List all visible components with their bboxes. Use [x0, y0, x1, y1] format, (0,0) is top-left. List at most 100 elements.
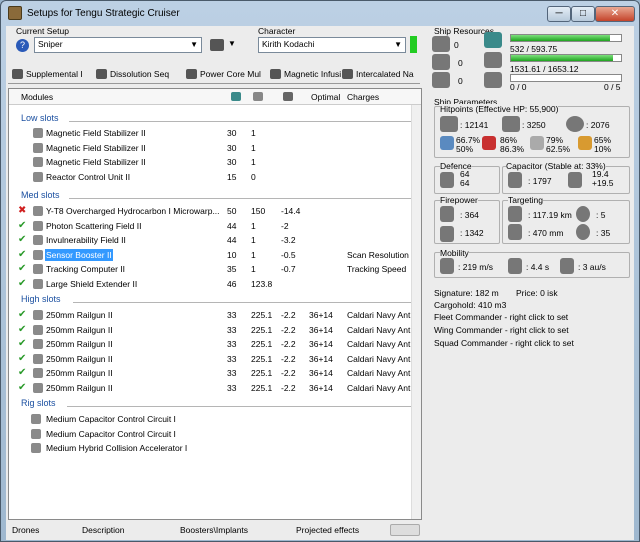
module-cpu: 33 — [227, 353, 237, 364]
module-row[interactable]: ✖ Y-T8 Overcharged Hydrocarbon I Microwar… — [9, 205, 421, 218]
shield-icon — [440, 116, 458, 132]
module-charge[interactable]: Caldari Navy Ant... — [347, 338, 417, 350]
tab-projected-effects[interactable]: Projected effects — [296, 525, 359, 535]
module-charge[interactable]: Caldari Navy Ant... — [347, 367, 417, 379]
kinetic-resist-icon — [530, 136, 544, 150]
module-charge[interactable]: Caldari Navy Ant... — [347, 353, 417, 365]
module-row[interactable]: ✔ Large Shield Extender II 46 123.8 — [9, 278, 421, 291]
module-row[interactable]: ✔ 250mm Railgun II 33 225.1 -2.2 36+14 Caldari… — [9, 309, 421, 322]
online-check-icon[interactable]: ✔ — [18, 278, 26, 290]
capacitor-delta: 19.4 +19.5 — [592, 170, 614, 188]
module-row[interactable]: Medium Hybrid Collision Accelerator I — [9, 442, 421, 455]
close-button[interactable]: ✕ — [595, 6, 635, 22]
wing-commander[interactable]: Wing Commander - right click to set — [434, 325, 569, 335]
module-capacitor: -2.2 — [281, 353, 296, 364]
power-bar-fill — [511, 55, 613, 61]
divider — [67, 406, 419, 407]
power-icon[interactable] — [253, 92, 263, 101]
tab-subsystem-1[interactable]: Supplemental I — [12, 66, 88, 82]
tab-description[interactable]: Description — [82, 525, 125, 535]
online-check-icon[interactable]: ✔ — [18, 234, 26, 246]
shield-boost-icon — [440, 172, 454, 188]
module-icon — [33, 368, 43, 378]
tab-drones[interactable]: Drones — [12, 525, 39, 535]
module-icon — [33, 353, 43, 364]
header-charges[interactable]: Charges — [347, 92, 379, 102]
module-name: Photon Scattering Field II — [46, 220, 142, 231]
module-charge[interactable]: Scan Resolution — [347, 249, 409, 261]
online-check-icon[interactable]: ✔ — [18, 324, 26, 336]
module-icon — [33, 278, 43, 289]
online-check-icon[interactable]: ✔ — [18, 382, 26, 394]
module-optimal: 36+14 — [309, 324, 333, 335]
module-name: 250mm Railgun II — [46, 353, 113, 364]
fleet-commander[interactable]: Fleet Commander - right click to set — [434, 312, 568, 322]
online-check-icon[interactable]: ✔ — [18, 220, 26, 232]
module-charge[interactable]: Tracking Speed — [347, 263, 406, 275]
header-optimal[interactable]: Optimal — [311, 92, 340, 102]
turret-hardpoint-icon — [432, 36, 450, 52]
online-check-icon[interactable]: ✔ — [18, 367, 26, 379]
module-charge[interactable]: Caldari Navy Ant... — [347, 382, 417, 394]
online-check-icon[interactable]: ✔ — [18, 263, 26, 275]
module-row[interactable]: Magnetic Field Stabilizer II 30 1 — [9, 142, 421, 155]
module-row[interactable]: Medium Capacitor Control Circuit I — [9, 413, 421, 426]
module-row[interactable]: ✔ 250mm Railgun II 33 225.1 -2.2 36+14 Caldari… — [9, 382, 421, 395]
module-row[interactable]: ✔ 250mm Railgun II 33 225.1 -2.2 36+14 Caldari… — [9, 353, 421, 366]
module-row[interactable]: ✔ Tracking Computer II 35 1 -0.7 Tracking Spe… — [9, 263, 421, 276]
module-row[interactable]: ✔ 250mm Railgun II 33 225.1 -2.2 36+14 Caldari… — [9, 324, 421, 337]
setup-menu-chevron-icon[interactable]: ▼ — [228, 39, 236, 48]
help-icon[interactable]: ? — [16, 39, 29, 52]
stats-button[interactable] — [390, 524, 420, 536]
module-icon — [33, 171, 43, 182]
offline-x-icon[interactable]: ✖ — [18, 205, 26, 217]
setup-select[interactable]: Sniper ▼ — [34, 37, 202, 53]
minimize-button[interactable]: ─ — [547, 6, 571, 22]
cpu-icon[interactable] — [231, 92, 241, 101]
capacitor-icon[interactable] — [283, 92, 293, 101]
online-check-icon[interactable]: ✔ — [18, 249, 26, 261]
module-row[interactable]: Medium Capacitor Control Circuit I — [9, 428, 421, 441]
vertical-scrollbar[interactable] — [411, 105, 421, 519]
module-icon — [33, 206, 43, 216]
maximize-button[interactable]: □ — [571, 6, 595, 22]
character-select[interactable]: Kirith Kodachi ▼ — [258, 37, 406, 53]
tab-subsystem-3[interactable]: Power Core Mul — [186, 66, 266, 82]
target-range-value: : 117.19 km — [528, 210, 572, 220]
tab-subsystem-5[interactable]: Intercalated Na — [342, 66, 420, 82]
header-modules[interactable]: Modules — [21, 92, 53, 102]
module-row[interactable]: Magnetic Field Stabilizer II 30 1 — [9, 127, 421, 140]
module-charge[interactable]: Caldari Navy Ant... — [347, 324, 417, 336]
online-check-icon[interactable]: ✔ — [18, 338, 26, 350]
module-row[interactable]: Reactor Control Unit II 15 0 — [9, 171, 421, 184]
online-check-icon[interactable]: ✔ — [18, 309, 26, 321]
tab-boosters-implants[interactable]: Boosters\Implants — [180, 525, 248, 535]
divider — [73, 302, 419, 303]
module-icon — [33, 142, 43, 153]
module-row[interactable]: ✔ 250mm Railgun II 33 225.1 -2.2 36+14 Caldari… — [9, 367, 421, 380]
power-grid-icon — [484, 52, 502, 68]
tab-subsystem-2[interactable]: Dissolution Seq — [96, 66, 182, 82]
module-row[interactable]: ✔ 250mm Railgun II 33 225.1 -2.2 36+14 Caldari… — [9, 338, 421, 351]
module-row[interactable]: ✔ Photon Scattering Field II 44 1 -2 — [9, 220, 421, 233]
capacitor-value: : 1797 — [528, 176, 552, 186]
module-capacitor: -2.2 — [281, 382, 296, 393]
sensor-strength-value: : 35 — [596, 228, 611, 238]
module-capacitor: -14.4 — [281, 206, 301, 216]
module-icon — [31, 414, 41, 424]
module-charge[interactable]: Caldari Navy Ant... — [347, 309, 417, 321]
module-row[interactable]: Magnetic Field Stabilizer II 30 1 — [9, 156, 421, 169]
target-range-icon — [508, 206, 522, 222]
thermal-resist-values: 86% 86.3% — [500, 136, 524, 154]
cpu-icon — [484, 32, 502, 48]
tab-label: Intercalated Na — [356, 69, 414, 79]
squad-commander[interactable]: Squad Commander - right click to set — [434, 338, 574, 348]
setup-menu-icon[interactable] — [210, 39, 224, 51]
module-cpu: 30 — [227, 142, 237, 153]
module-row[interactable]: ✔ Sensor Booster II 10 1 -0.5 Scan Resolution — [9, 248, 421, 262]
module-icon — [33, 382, 43, 393]
online-check-icon[interactable]: ✔ — [18, 353, 26, 365]
tab-subsystem-4[interactable]: Magnetic Infusi — [270, 66, 350, 82]
module-row[interactable]: ✔ Invulnerability Field II 44 1 -3.2 — [9, 234, 421, 247]
title-bar[interactable]: Setups for Tengu Strategic Cruiser ─ □ ✕ — [1, 1, 639, 27]
